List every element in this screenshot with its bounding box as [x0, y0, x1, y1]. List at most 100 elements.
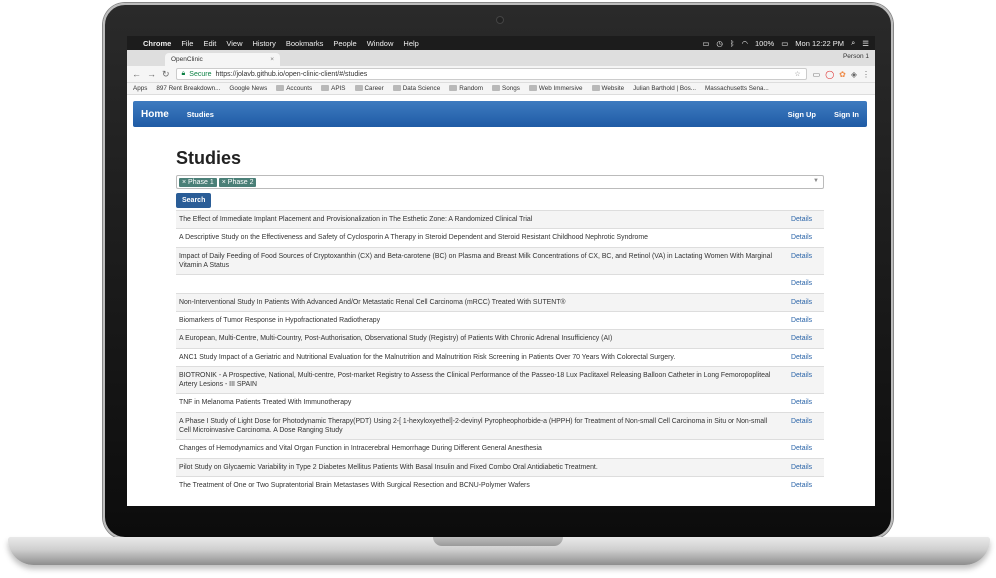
app-menu[interactable]: Chrome	[143, 39, 171, 48]
filter-tag-label: Phase 1	[188, 178, 214, 186]
opera-icon[interactable]: ◯	[825, 70, 834, 79]
table-row: The Effect of Immediate Implant Placemen…	[176, 210, 824, 229]
bookmark-star-icon[interactable]: ☆	[794, 70, 800, 78]
browser-tab[interactable]: OpenClinic ×	[165, 53, 280, 66]
table-row: Pilot Study on Glycaemic Variability in …	[176, 457, 824, 476]
bookmark-folder-label: Career	[364, 85, 384, 92]
laptop-notch	[433, 537, 563, 546]
bookmark-item[interactable]: Julian Barthold | Bos...	[633, 85, 696, 92]
address-bar-row: ← → ↻ 🔒︎ Secure https://jolavb.github.io…	[127, 66, 875, 83]
bookmark-item[interactable]: Massachusetts Sena...	[705, 85, 769, 92]
phase-filter-select[interactable]: × Phase 1 × Phase 2 ▼	[176, 175, 824, 189]
home-link[interactable]: Home	[141, 109, 169, 120]
details-link[interactable]: Details	[791, 252, 821, 271]
bookmark-folder[interactable]: APIS	[321, 85, 346, 92]
shield-icon[interactable]: ◈	[851, 70, 857, 79]
details-link[interactable]: Details	[791, 353, 821, 362]
extension-icon[interactable]: ✿	[839, 70, 846, 79]
bookmark-item[interactable]: 897 Rent Breakdown...	[156, 85, 220, 92]
details-link[interactable]: Details	[791, 298, 821, 307]
wifi-icon[interactable]: ◠	[741, 39, 748, 48]
reload-icon[interactable]: ↻	[162, 69, 170, 80]
bookmark-folder[interactable]: Songs	[492, 85, 520, 92]
search-button[interactable]: Search	[176, 193, 212, 208]
bookmark-folder-label: Accounts	[286, 85, 313, 92]
lock-icon: 🔒︎	[181, 70, 186, 77]
study-title: The Effect of Immediate Implant Placemen…	[179, 216, 533, 223]
airplay-icon[interactable]: ▭	[702, 39, 709, 48]
cast-icon[interactable]: ▭	[813, 70, 821, 79]
filter-tag-label: Phase 2	[227, 178, 254, 186]
details-link[interactable]: Details	[791, 215, 821, 224]
study-title: A European, Multi-Centre, Multi-Country,…	[179, 335, 613, 343]
menu-window[interactable]: Window	[367, 39, 394, 48]
chevron-down-icon[interactable]: ▼	[813, 178, 819, 184]
details-link[interactable]: Details	[791, 463, 821, 472]
menu-bookmarks[interactable]: Bookmarks	[286, 39, 324, 48]
bookmark-folder[interactable]: Data Science	[392, 85, 440, 92]
details-link[interactable]: Details	[791, 316, 821, 325]
table-row: Changes of Hemodynamics and Vital Organ …	[176, 439, 824, 457]
details-link[interactable]: Details	[791, 279, 821, 288]
table-row: BIOTRONIK - A Prospective, National, Mul…	[176, 365, 824, 394]
bookmark-apps[interactable]: Apps	[133, 85, 147, 92]
table-row: A European, Multi-Centre, Multi-Country,…	[176, 329, 824, 348]
details-link[interactable]: Details	[791, 334, 821, 343]
bookmark-folder[interactable]: Accounts	[276, 85, 312, 92]
details-link[interactable]: Details	[791, 444, 821, 453]
study-title: A Descriptive Study on the Effectiveness…	[179, 234, 648, 242]
bookmark-item[interactable]: Google News	[229, 85, 267, 92]
signin-link[interactable]: Sign In	[834, 110, 859, 119]
details-link[interactable]: Details	[791, 417, 821, 436]
bookmark-folder-label: Web Immersive	[538, 85, 583, 92]
folder-icon	[354, 85, 363, 91]
folder-icon	[321, 85, 330, 91]
forward-icon[interactable]: →	[147, 69, 156, 79]
clock[interactable]: Mon 12:22 PM	[795, 39, 844, 48]
folder-icon	[449, 85, 458, 91]
menu-edit[interactable]: Edit	[203, 39, 216, 48]
tab-title: OpenClinic	[171, 56, 203, 63]
details-link[interactable]: Details	[791, 398, 821, 407]
table-row: The Treatment of One or Two Supratentori…	[176, 476, 824, 494]
folder-icon	[528, 85, 537, 91]
table-row: Biomarkers of Tumor Response in Hypofrac…	[176, 310, 824, 329]
table-row: A Phase I Study of Light Dose for Photod…	[176, 411, 824, 440]
spotlight-icon[interactable]: ⌕	[851, 38, 855, 48]
studies-link[interactable]: Studies	[187, 110, 214, 119]
menu-help[interactable]: Help	[403, 39, 418, 48]
table-row: Details	[176, 274, 824, 292]
menu-file[interactable]: File	[181, 39, 193, 48]
time-machine-icon[interactable]: ◷	[716, 39, 723, 48]
bookmark-folder[interactable]: Web Immersive	[528, 85, 583, 92]
menu-history[interactable]: History	[253, 39, 276, 48]
bookmark-folder[interactable]: Career	[354, 85, 384, 92]
bookmark-folder[interactable]: Website	[591, 85, 624, 92]
details-link[interactable]: Details	[791, 371, 821, 390]
laptop-mockup: Chrome File Edit View History Bookmarks …	[0, 0, 996, 578]
omnibox[interactable]: 🔒︎ Secure https://jolavb.github.io/open-…	[175, 68, 807, 80]
bookmarks-bar: Apps 897 Rent Breakdown... Google News A…	[127, 83, 875, 95]
study-title: TNF in Melanoma Patients Treated With Im…	[179, 399, 352, 407]
table-row: TNF in Melanoma Patients Treated With Im…	[176, 393, 824, 411]
bookmark-folder[interactable]: Random	[449, 85, 483, 92]
folder-icon	[492, 85, 501, 91]
profile-button[interactable]: Person 1	[843, 53, 869, 60]
notification-center-icon[interactable]: ☰	[862, 39, 869, 48]
url-text[interactable]: https://jolavb.github.io/open-clinic-cli…	[215, 71, 367, 78]
battery-icon[interactable]: ▭	[781, 39, 788, 48]
menu-icon[interactable]: ⋮	[862, 70, 870, 79]
menu-people[interactable]: People	[333, 39, 356, 48]
filter-tag[interactable]: × Phase 2	[218, 177, 257, 187]
filter-tag[interactable]: × Phase 1	[179, 177, 217, 187]
close-icon[interactable]: ×	[270, 56, 274, 63]
menu-view[interactable]: View	[226, 39, 242, 48]
back-icon[interactable]: ←	[132, 69, 141, 79]
details-link[interactable]: Details	[791, 233, 821, 242]
bluetooth-icon[interactable]: ᛒ	[730, 39, 735, 48]
battery-percent[interactable]: 100%	[755, 39, 774, 48]
signup-link[interactable]: Sign Up	[788, 110, 816, 119]
bookmark-folder-label: Songs	[502, 85, 520, 92]
studies-content: Studies × Phase 1 × Phase 2 ▼ Search The…	[176, 148, 824, 494]
details-link[interactable]: Details	[791, 481, 821, 490]
